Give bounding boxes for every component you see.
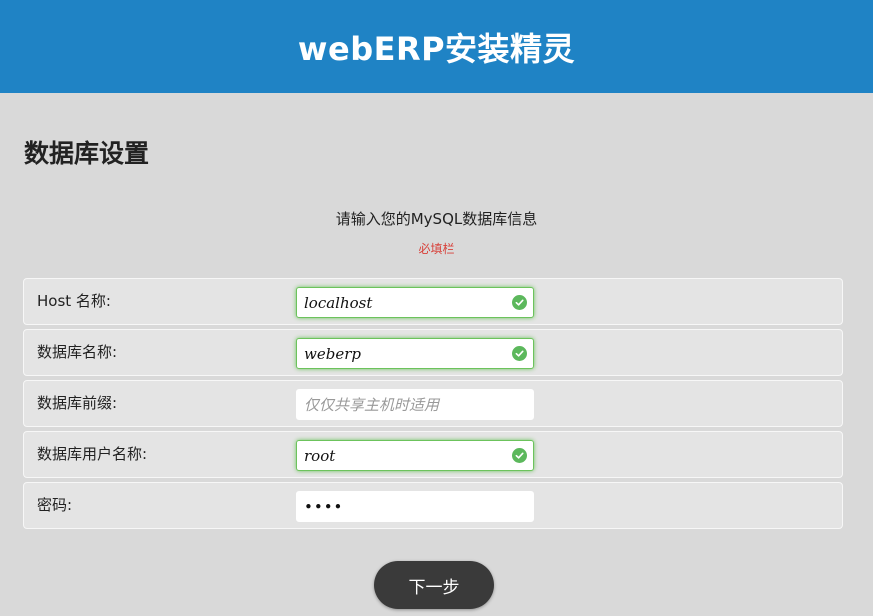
form-row-password: 密码: <box>23 482 843 529</box>
database-form: Host 名称: 数据库名称: 数据库前缀: 数据库用户名称: <box>23 278 843 533</box>
password-input[interactable] <box>297 492 533 521</box>
form-row-db-prefix: 数据库前缀: <box>23 380 843 427</box>
required-note: 必填栏 <box>418 242 455 256</box>
host-label: Host 名称: <box>37 292 111 310</box>
form-row-db-user: 数据库用户名称: <box>23 431 843 478</box>
db-user-input[interactable] <box>297 441 533 470</box>
intro-text: 请输入您的MySQL数据库信息 <box>335 210 538 228</box>
host-input[interactable] <box>297 288 533 317</box>
db-user-field-wrapper <box>296 440 534 471</box>
check-circle-icon <box>512 448 527 463</box>
db-prefix-input[interactable] <box>297 390 533 419</box>
form-row-db-name: 数据库名称: <box>23 329 843 376</box>
db-prefix-field-wrapper <box>296 389 534 420</box>
db-name-field-wrapper <box>296 338 534 369</box>
app-title: webERP安装精灵 <box>297 29 576 68</box>
next-step-button[interactable]: 下一步 <box>374 561 494 609</box>
form-row-host: Host 名称: <box>23 278 843 325</box>
db-name-label: 数据库名称: <box>37 343 118 361</box>
db-user-label: 数据库用户名称: <box>37 445 148 463</box>
db-prefix-label: 数据库前缀: <box>37 394 118 412</box>
host-field-wrapper <box>296 287 534 318</box>
check-circle-icon <box>512 346 527 361</box>
page-title: 数据库设置 <box>24 139 150 168</box>
password-label: 密码: <box>37 496 73 514</box>
db-name-input[interactable] <box>297 339 533 368</box>
app-header: webERP安装精灵 <box>0 0 873 93</box>
password-field-wrapper <box>296 491 534 522</box>
check-circle-icon <box>512 295 527 310</box>
